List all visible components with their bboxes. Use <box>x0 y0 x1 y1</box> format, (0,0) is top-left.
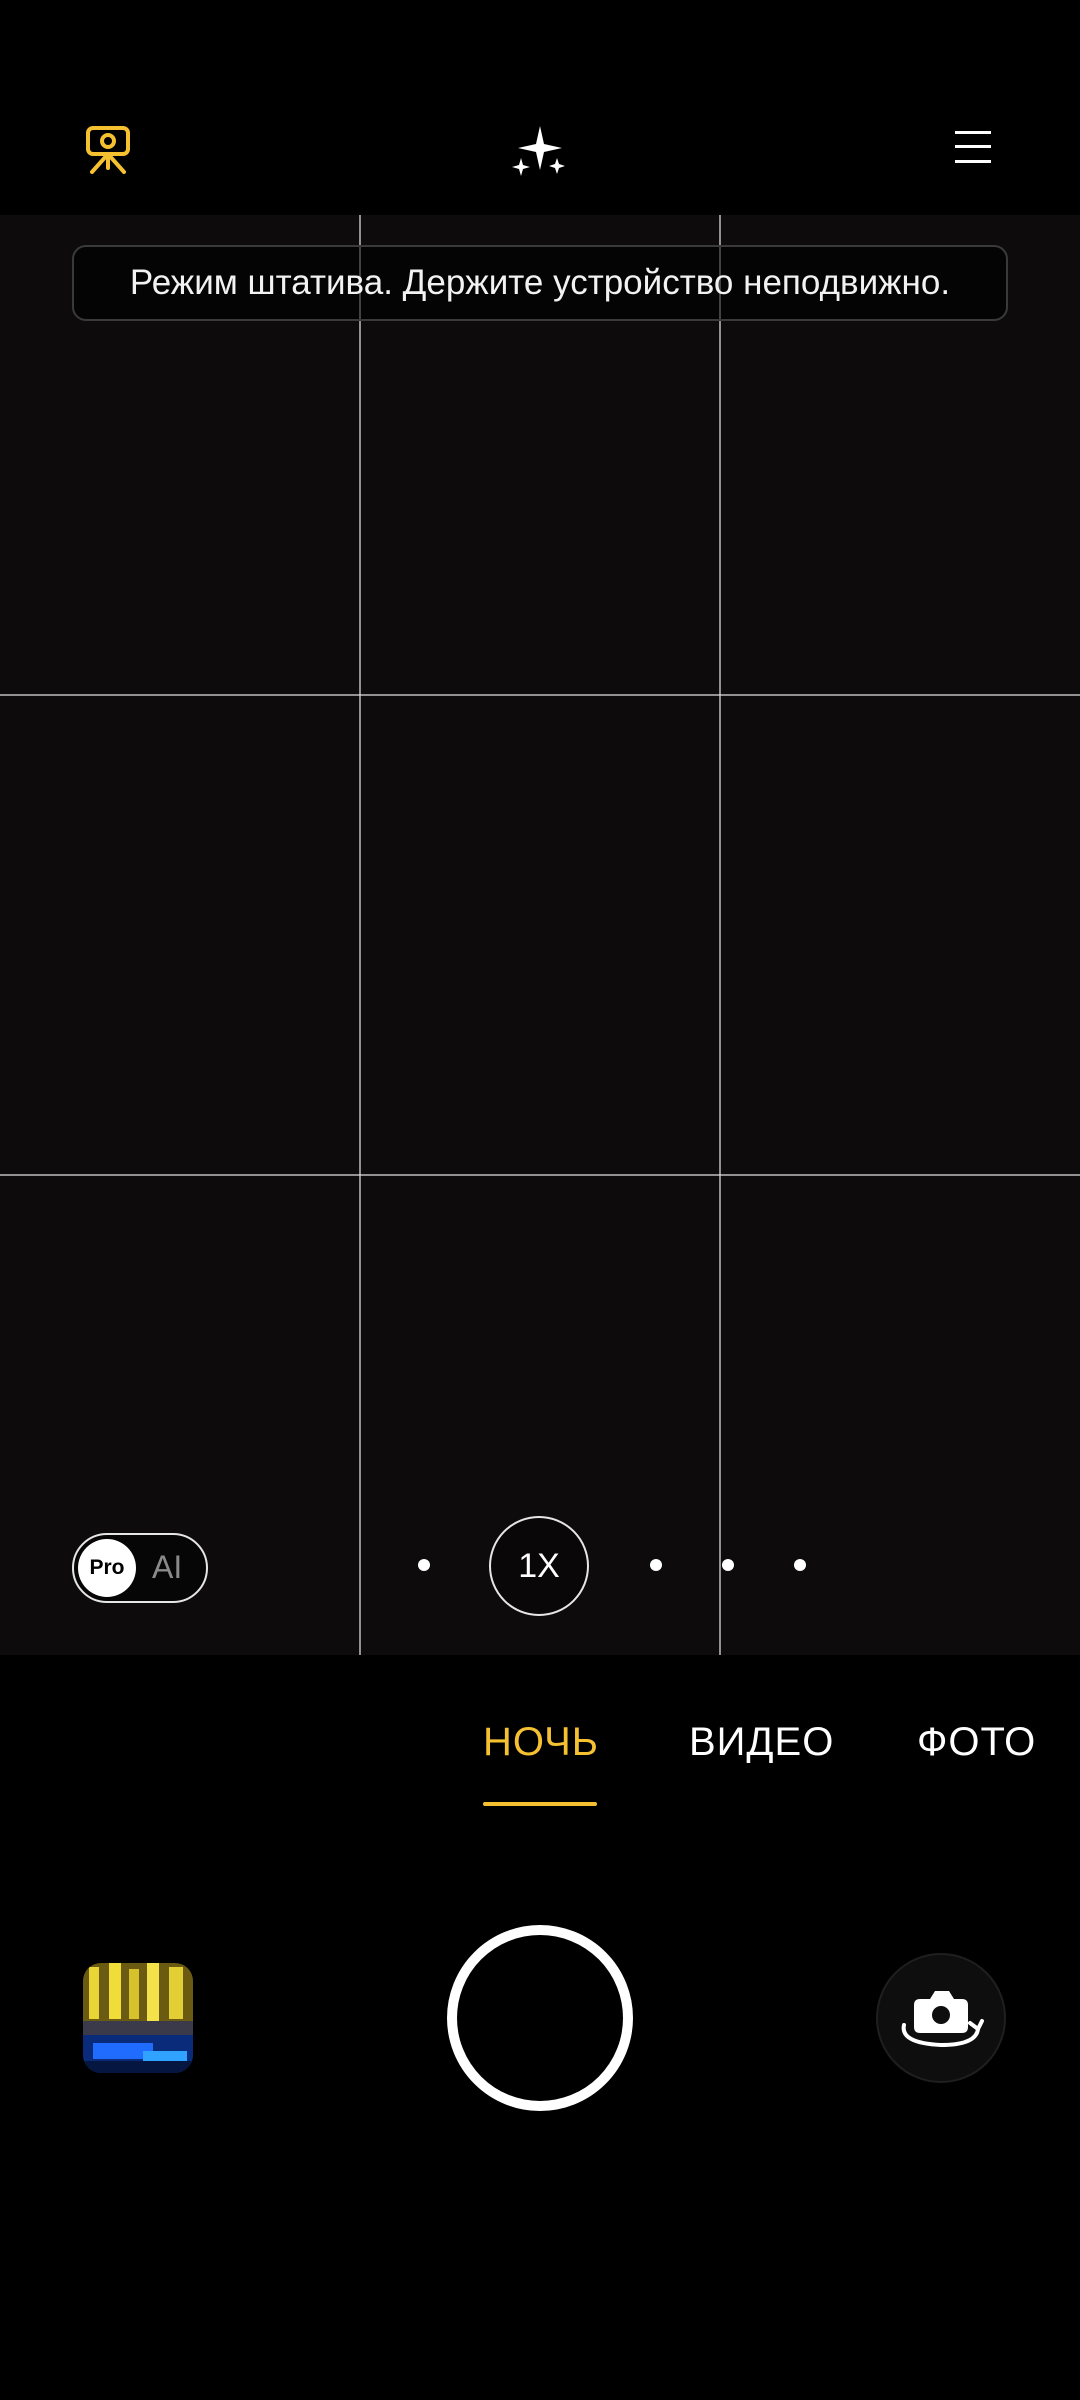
grid-line <box>719 215 721 1655</box>
pro-ai-toggle[interactable]: Pro AI <box>72 1533 208 1603</box>
mode-night[interactable]: НОЧЬ <box>483 1720 599 1765</box>
tripod-camera-icon <box>86 126 130 174</box>
ai-enhance-button[interactable] <box>500 112 580 192</box>
grid-line <box>0 1174 1080 1176</box>
sparkles-icon <box>512 126 565 176</box>
toggle-pro-label: Pro <box>78 1539 136 1597</box>
zoom-level-dot[interactable] <box>650 1559 662 1571</box>
active-mode-indicator <box>483 1802 597 1806</box>
hint-text: Режим штатива. Держите устройство неподв… <box>129 263 951 302</box>
mode-video[interactable]: ВИДЕО <box>689 1720 834 1765</box>
zoom-level-dot[interactable] <box>418 1559 430 1571</box>
shutter-button[interactable] <box>447 1925 633 2111</box>
toggle-ai-label: AI <box>152 1549 183 1585</box>
zoom-label: 1X <box>518 1546 560 1585</box>
menu-button[interactable] <box>938 112 1008 182</box>
camera-viewfinder[interactable] <box>0 215 1080 1655</box>
grid-line <box>359 215 361 1655</box>
zoom-button[interactable]: 1X <box>489 1516 589 1616</box>
zoom-level-dot[interactable] <box>794 1559 806 1571</box>
switch-camera-icon <box>901 1991 984 2048</box>
tripod-hint-toast: Режим штатива. Держите устройство неподв… <box>72 245 1008 321</box>
switch-camera-button[interactable] <box>876 1953 1006 2083</box>
zoom-level-dot[interactable] <box>722 1559 734 1571</box>
menu-icon <box>955 131 991 163</box>
tripod-mode-button[interactable] <box>72 112 144 184</box>
mode-photo[interactable]: ФОТО <box>917 1720 1036 1765</box>
gallery-preview-image <box>83 1963 193 2073</box>
gallery-thumbnail[interactable] <box>83 1963 193 2073</box>
grid-line <box>0 694 1080 696</box>
